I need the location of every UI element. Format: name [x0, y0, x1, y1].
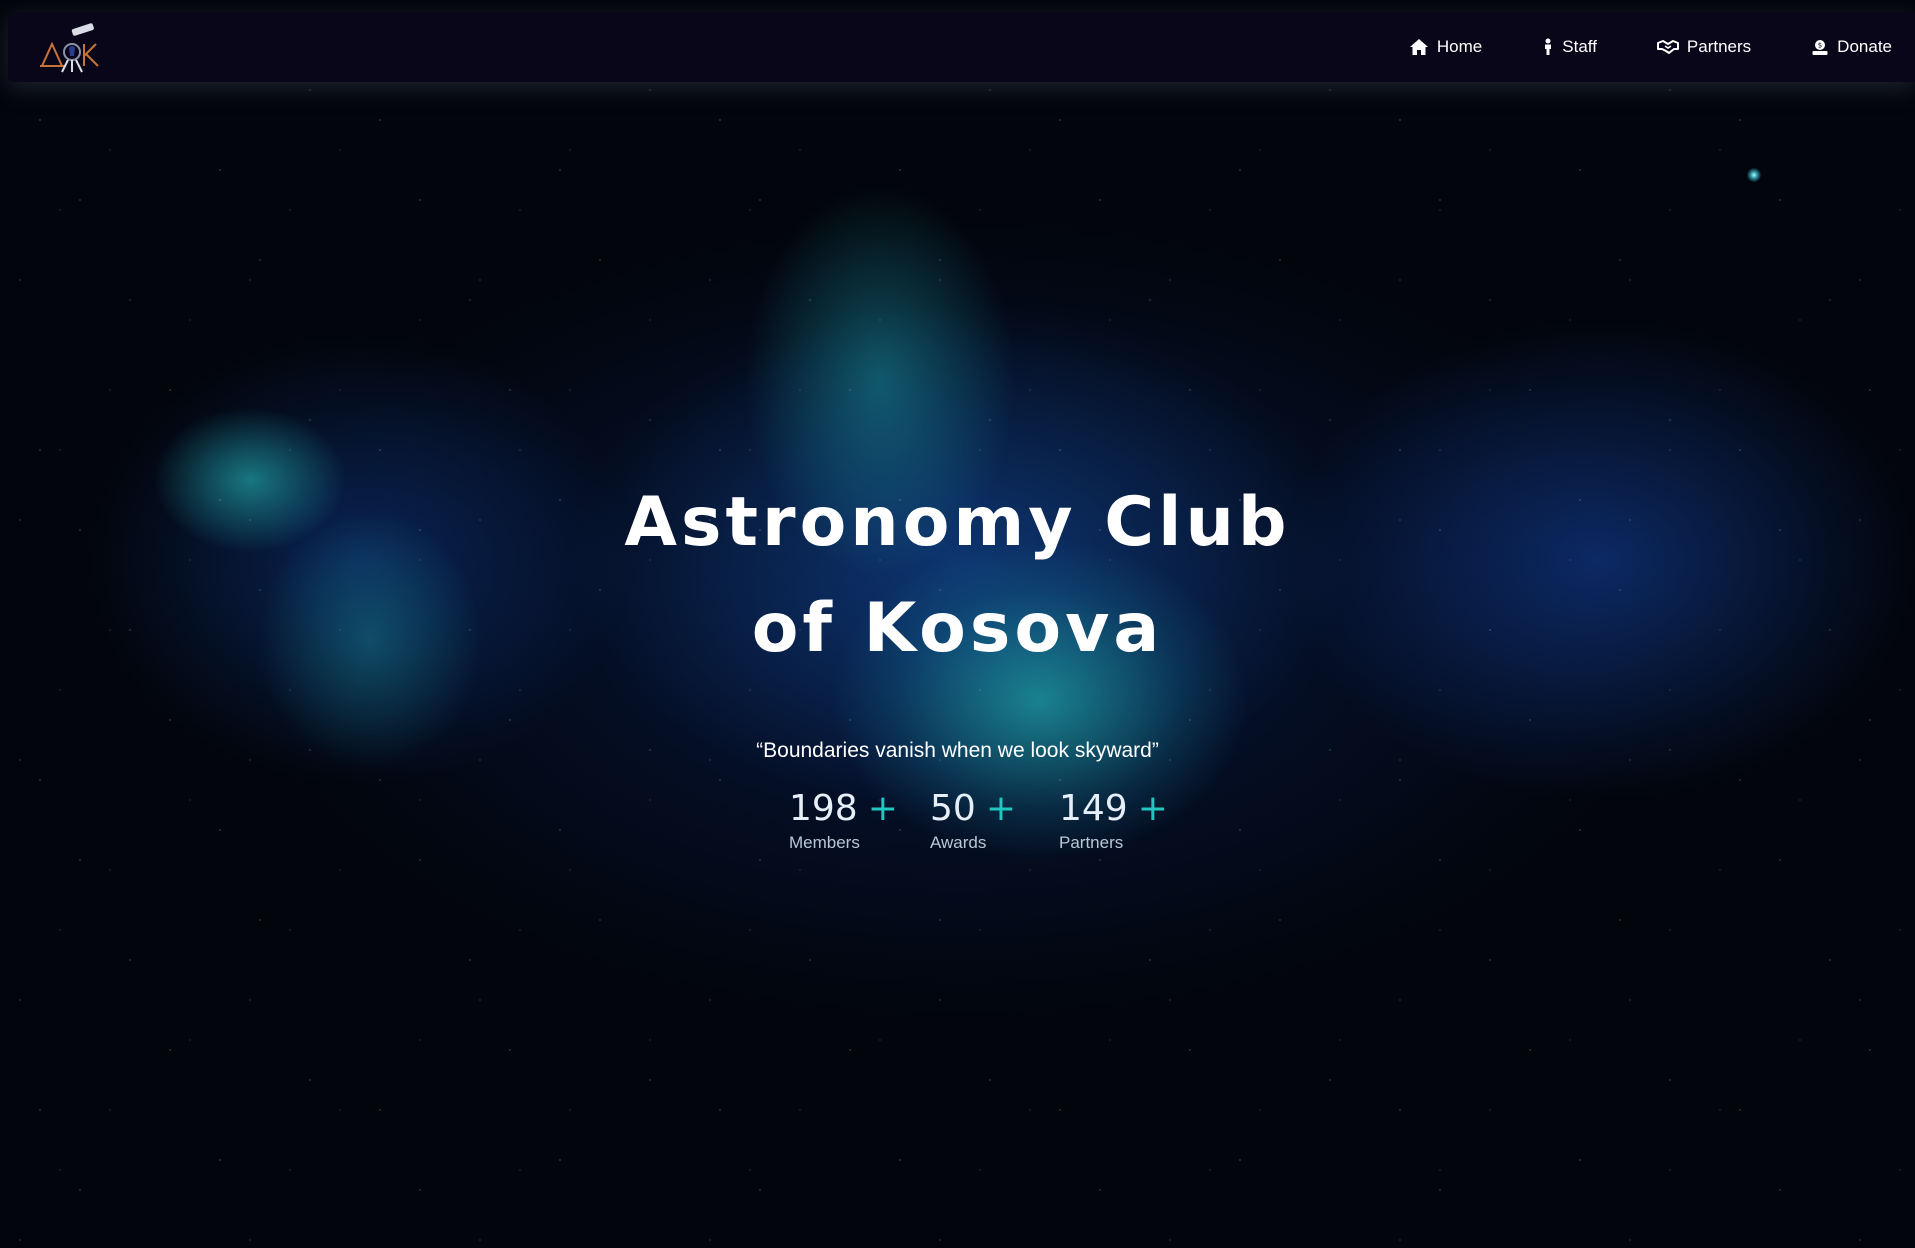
stat-number: 50 + — [930, 788, 1016, 829]
page: Home Staff Partners $ Donate Astronomy C… — [0, 0, 1915, 1248]
telescope-logo-icon[interactable] — [38, 22, 104, 74]
nav-donate[interactable]: $ Donate — [1811, 37, 1892, 57]
hero-title-line2: of Kosova — [751, 589, 1164, 668]
stat-number: 149 + — [1059, 788, 1168, 829]
stat-partners-label: Partners — [1059, 833, 1124, 852]
person-icon — [1542, 38, 1554, 56]
main-nav: Home Staff Partners $ Donate — [1349, 12, 1892, 82]
donate-icon: $ — [1811, 38, 1829, 56]
stat-partners: 149 + Partners — [1059, 788, 1168, 853]
nav-partners-label: Partners — [1686, 37, 1752, 56]
plus-sign: + — [985, 788, 1016, 829]
navbar: Home Staff Partners $ Donate — [8, 12, 1915, 82]
svg-text:$: $ — [1818, 42, 1822, 50]
stat-members-label: Members — [789, 833, 860, 852]
bright-star — [1747, 168, 1761, 182]
home-icon — [1409, 38, 1429, 56]
stat-awards: 50 + Awards — [930, 788, 1016, 853]
stat-members: 198 + Members — [789, 788, 898, 853]
nav-staff-label: Staff — [1562, 37, 1597, 56]
handshake-icon — [1656, 39, 1679, 55]
hero-title-line1: Astronomy Club — [624, 483, 1291, 562]
plus-sign: + — [867, 788, 898, 829]
stat-awards-label: Awards — [930, 833, 987, 852]
stat-number: 198 + — [789, 788, 898, 829]
nav-donate-label: Donate — [1837, 37, 1892, 56]
nav-partners[interactable]: Partners — [1656, 37, 1752, 57]
nav-home[interactable]: Home — [1409, 37, 1482, 57]
nav-staff[interactable]: Staff — [1542, 37, 1597, 57]
nav-home-label: Home — [1436, 37, 1483, 56]
hero-title: Astronomy Club of Kosova — [0, 470, 1915, 682]
stat-awards-value: 50 — [930, 788, 976, 829]
plus-sign: + — [1137, 788, 1168, 829]
stat-partners-value: 149 — [1059, 788, 1128, 829]
stat-members-value: 198 — [789, 788, 858, 829]
hero-quote: “Boundaries vanish when we look skyward” — [756, 739, 1159, 762]
